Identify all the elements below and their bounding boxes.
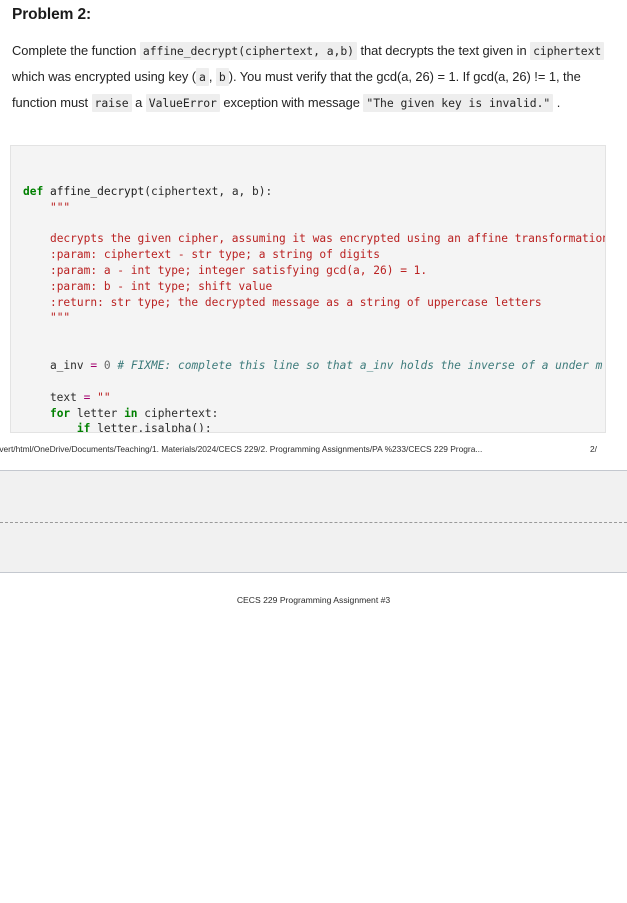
code-page-1-token-plain: ciphertext: [137,406,219,420]
code-page-1-token-plain [23,264,50,277]
code-page-1-token-plain [23,422,77,432]
code-page-1-line [23,326,605,342]
code-page-1-token-plain [97,359,104,372]
code-page-1-token-plain [23,280,50,293]
code-page-1-token-plain: letter.isalpha(): [90,422,212,433]
print-footer-page-1: onvert/html/OneDrive/Documents/Teaching/… [0,440,627,462]
code-page-1-token-plain: letter [70,406,125,420]
inline-code-3: ciphertext [530,42,605,60]
code-page-1-token-doc: """ [49,200,71,214]
code-page-1-line: :param: b - int type; shift value [23,279,605,295]
print-footer-date: 2/ [590,444,597,454]
page-title: Problem 2: [12,6,92,23]
code-page-1-token-plain [43,185,50,198]
inline-code-9: raise [91,94,132,112]
inline-code-5: a [196,68,209,86]
code-page-1-token-cmt: # FIXME: complete this line so that a_in… [117,358,603,372]
paragraph-text-12: exception with message [219,95,364,110]
paragraph-text-2: that decrypts the text given in [356,43,531,58]
code-page-1-line: """ [23,200,605,216]
code-page-1-token-plain: a_inv [23,358,91,372]
code-page-1-token-kw: def [23,184,44,198]
code-page-1-token-plain [23,311,50,324]
code-page-1-token-plain: text [23,390,84,404]
code-page-1-line: a_inv = 0 # FIXME: complete this line so… [23,358,605,374]
page-break-dashed-line [0,522,627,523]
page-header-title: CECS 229 Programming Assignment #3 [236,595,391,605]
code-page-1-token-doc: :param: a - int type; integer satisfying… [49,263,428,277]
code-page-1-line: def affine_decrypt(ciphertext, a, b): [23,184,605,200]
code-page-1-token-fn: affine_decrypt [49,184,145,198]
code-page-1-token-doc: :param: ciphertext - str type; a string … [49,248,380,262]
code-page-1-line: decrypts the given cipher, assuming it w… [23,231,605,247]
code-page-1-token-plain [23,296,50,309]
code-page-1-token-doc: decrypts the given cipher, assuming it w… [49,232,606,246]
code-page-1-line: """ [23,310,605,326]
paragraph-text-0: Complete the function [12,43,140,58]
document-page-2: CECS 229 Programming Assignment #3 num =… [0,574,627,903]
inline-code-1: affine_decrypt(ciphertext, a,b) [139,42,357,60]
code-block-page-1: def affine_decrypt(ciphertext, a, b): ""… [10,145,606,433]
code-page-1-line: :return: str type; the decrypted message… [23,295,605,311]
code-page-1-line [23,374,605,390]
print-footer-url: onvert/html/OneDrive/Documents/Teaching/… [0,444,483,454]
paragraph-text-6: , [208,69,216,84]
inline-code-13: "The given key is invalid." [363,94,554,112]
code-page-1-token-str: "" [97,390,111,404]
problem-description-paragraph: Complete the function affine_decrypt(cip… [12,38,617,116]
document-page-1: Problem 2: Complete the function affine_… [0,0,627,470]
code-page-1-token-doc: """ [49,311,71,325]
code-page-1-token-plain [23,248,50,261]
paragraph-text-10: a [131,95,146,110]
code-page-1-token-doc: :param: b - int type; shift value [49,279,273,293]
paragraph-text-4: which was encrypted using key ( [12,69,197,84]
inline-code-11: ValueError [145,94,220,112]
code-page-1-token-plain [23,407,50,420]
code-page-1-token-kw: if [76,422,91,433]
code-page-1-line: :param: a - int type; integer satisfying… [23,263,605,279]
code-page-1-line: text = "" [23,390,605,406]
code-page-1-token-num: 0 [103,358,111,372]
code-page-1-token-kw: in [124,406,138,420]
page-break-separator [0,470,627,573]
code-page-1-line: :param: ciphertext - str type; a string … [23,247,605,263]
code-page-1-token-plain [23,201,50,214]
print-preview-root: Problem 2: Complete the function affine_… [0,0,627,903]
code-page-1-line: for letter in ciphertext: [23,406,605,422]
code-block-page-1-content: def affine_decrypt(ciphertext, a, b): ""… [11,178,605,433]
code-page-1-token-doc: :return: str type; the decrypted message… [49,295,542,309]
code-page-1-token-kw: for [49,406,71,420]
code-page-1-token-plain [23,232,50,245]
code-page-1-line [23,215,605,231]
code-page-1-line: if letter.isalpha(): [23,421,605,433]
paragraph-text-14: . [553,95,561,110]
code-page-1-line [23,342,605,358]
code-page-1-token-plain: (ciphertext, a, b): [144,184,273,198]
inline-code-7: b [215,68,229,86]
